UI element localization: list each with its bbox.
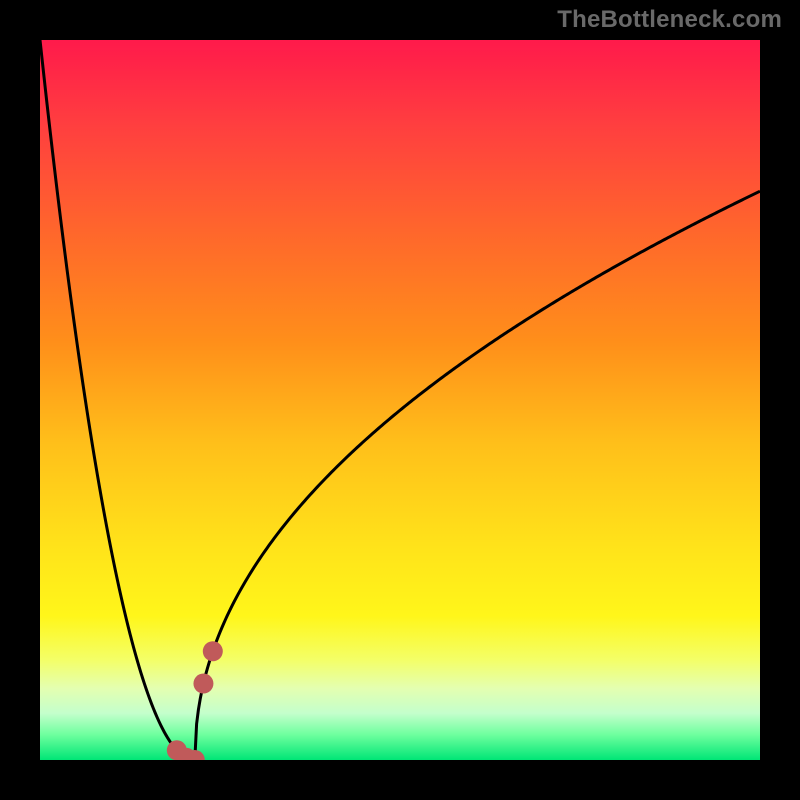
optimal-marker-dot (193, 674, 213, 694)
gradient-background (40, 40, 760, 760)
chart-frame: TheBottleneck.com (0, 0, 800, 800)
chart-canvas (0, 0, 800, 800)
optimal-marker-dot (185, 750, 205, 770)
optimal-marker-dot (203, 641, 223, 661)
watermark-text: TheBottleneck.com (557, 6, 782, 34)
